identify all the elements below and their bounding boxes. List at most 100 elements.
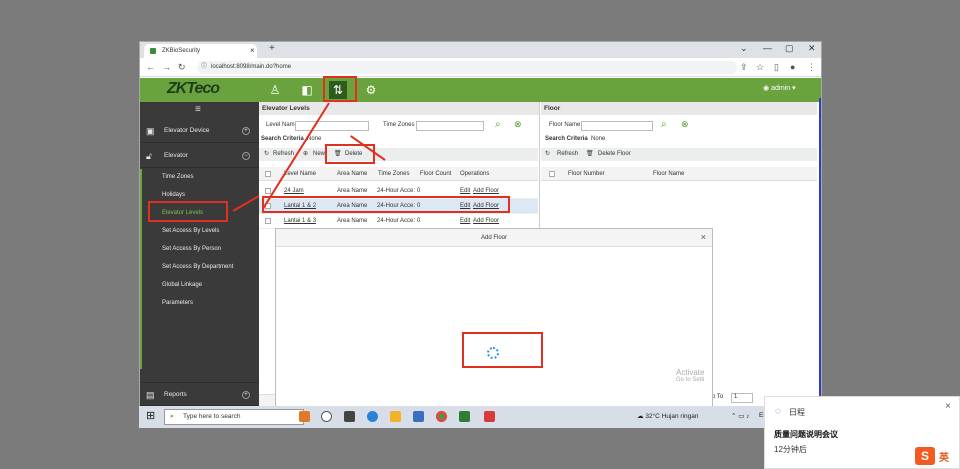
search-icon[interactable]: ⌕ (661, 119, 667, 130)
dialog-title: Add Floor (276, 229, 712, 247)
page-jump-input[interactable]: 1 (731, 393, 753, 403)
delete-icon[interactable]: 🗑︎ (586, 148, 594, 161)
tab-close-icon[interactable]: × (250, 44, 255, 58)
anydesk-icon[interactable] (484, 411, 495, 422)
new-tab-button[interactable]: + (269, 43, 275, 54)
clear-search-icon[interactable]: ⊗ (681, 119, 689, 130)
refresh-icon[interactable]: ↻ (264, 148, 269, 161)
dialog-close-icon[interactable]: × (701, 232, 706, 242)
table-row[interactable]: Lantai 1 & 3 Area Name 24-Hour Acce: 0 E… (259, 214, 538, 229)
sidebar-item-set-access-by-levels[interactable]: Set Access By Levels (162, 228, 219, 234)
annotation-row-highlight (262, 196, 510, 213)
sidebar-label: Elevator (164, 152, 188, 159)
widget-icon[interactable] (299, 411, 310, 422)
minimize-button[interactable]: — (763, 43, 772, 53)
back-icon[interactable]: ← (146, 62, 155, 72)
new-button[interactable]: New (313, 148, 325, 161)
info-icon[interactable]: ⓘ (201, 61, 207, 74)
clear-search-icon[interactable]: ⊗ (514, 119, 522, 130)
search-icon[interactable]: ⌕ (495, 119, 501, 130)
sidebar-toggle-icon[interactable]: ≡ (195, 104, 201, 115)
sogou-ime-icon[interactable]: S (915, 447, 935, 465)
tray-icons[interactable]: ⌃ ▭ ♪ (731, 412, 749, 420)
notification-close-icon[interactable]: × (945, 401, 951, 412)
access-module-icon[interactable]: ◧ (298, 81, 316, 99)
refresh-icon[interactable]: ↻ (545, 148, 550, 161)
search-criteria-label: Search Criteria (545, 136, 588, 142)
close-window-button[interactable]: ✕ (808, 43, 816, 54)
windows-taskbar: ⊞ ⌕ Type here to search ☁ 32°C Hujan rin… (139, 406, 822, 428)
share-icon[interactable]: ⇪ (740, 62, 748, 73)
col-header[interactable]: Floor Count (420, 167, 451, 181)
excel-icon[interactable] (459, 411, 470, 422)
watermark-line2: Go to Setti (676, 377, 705, 383)
calendar-notification[interactable]: ◌ 日程 × 质量问题说明会议 12分钟后 S 英 (764, 396, 960, 469)
col-header[interactable]: Time Zones (378, 167, 409, 181)
sidebar-elevator-device[interactable]: ▣ Elevator Device + (140, 119, 259, 143)
sidebar-reports[interactable]: ▤ Reports + (140, 382, 259, 406)
maximize-button[interactable]: ▢ (785, 43, 794, 54)
task-view-icon[interactable] (344, 411, 355, 422)
sidebar-item-time-zones[interactable]: Time Zones (162, 174, 193, 180)
menu-kebab-icon[interactable]: ⋮ (807, 62, 816, 73)
sidebar-item-holidays[interactable]: Holidays (162, 192, 185, 198)
annotation-elevator-module-highlight (323, 76, 357, 102)
sidebar-label: Reports (164, 391, 187, 398)
store-icon[interactable] (413, 411, 424, 422)
ime-mode-badge[interactable]: 英 (939, 449, 949, 464)
windows-start-icon[interactable]: ⊞ (146, 409, 155, 422)
file-explorer-icon[interactable] (390, 411, 401, 422)
sidebar-item-parameters[interactable]: Parameters (162, 300, 193, 306)
col-header[interactable]: Floor Number (568, 167, 605, 181)
user-avatar-icon: ◉ (763, 85, 770, 92)
col-header[interactable]: Area Name (337, 167, 367, 181)
col-header[interactable]: Floor Name (653, 167, 684, 181)
delete-floor-button[interactable]: Delete Floor (598, 148, 631, 161)
tab-search-icon[interactable]: ⌄ (740, 43, 748, 54)
url-field[interactable]: ⓘ localhost:8098/main.do?home (197, 61, 737, 74)
level-name-input[interactable] (295, 121, 369, 131)
chrome-icon[interactable] (436, 411, 447, 422)
edit-link[interactable]: Edit (460, 214, 470, 229)
new-icon[interactable]: ⊕ (303, 148, 308, 161)
notification-title: 质量问题说明会议 (774, 430, 838, 439)
device-icon: ▣ (146, 126, 155, 136)
app-top-bar: ZKTeco ♙ ◧ ⇅ ⚙ ◉ admin ▾ (140, 78, 821, 102)
select-all-checkbox[interactable] (265, 171, 271, 177)
taskbar-search[interactable]: ⌕ Type here to search (164, 409, 304, 425)
expand-plus-icon[interactable]: + (242, 391, 250, 399)
system-gear-icon[interactable]: ⚙ (362, 81, 380, 99)
sidebar-elevator[interactable]: 🔓︎ Elevator − (140, 144, 259, 168)
row-checkbox[interactable] (265, 218, 271, 224)
floor-name-input[interactable] (581, 121, 653, 131)
reload-icon[interactable]: ↻ (178, 62, 186, 73)
level-name-label: Level Name (266, 122, 299, 128)
cortana-icon[interactable] (321, 411, 332, 422)
forward-icon[interactable]: → (162, 62, 171, 72)
expand-plus-icon[interactable]: + (242, 127, 250, 135)
level-name-link[interactable]: Lantai 1 & 3 (284, 214, 316, 229)
time-zones-input[interactable] (416, 121, 484, 131)
select-all-checkbox[interactable] (549, 171, 555, 177)
user-name: admin (771, 85, 791, 92)
elevator-lock-icon: 🔓︎ (146, 151, 152, 161)
col-header[interactable]: Operations (460, 167, 489, 181)
user-menu[interactable]: ◉ admin ▾ (763, 84, 796, 92)
active-section-bar (140, 169, 142, 369)
sidebar-item-global-linkage[interactable]: Global Linkage (162, 282, 202, 288)
collapse-minus-icon[interactable]: − (242, 152, 250, 160)
edge-icon[interactable] (367, 411, 378, 422)
refresh-button[interactable]: Refresh (273, 148, 294, 161)
watermark-line1: Activate (676, 368, 705, 377)
refresh-button[interactable]: Refresh (557, 148, 578, 161)
window-edge-line (819, 98, 821, 403)
sidebar-item-set-access-by-department[interactable]: Set Access By Department (162, 264, 233, 270)
personnel-module-icon[interactable]: ♙ (266, 81, 284, 99)
bookmark-star-icon[interactable]: ☆ (756, 62, 764, 73)
sidebar-item-set-access-by-person[interactable]: Set Access By Person (162, 246, 221, 252)
weather-widget[interactable]: ☁ 32°C Hujan ringan (637, 412, 699, 420)
add-floor-link[interactable]: Add Floor (473, 214, 499, 229)
browser-tab[interactable]: ZKBioSecurity × (144, 44, 257, 58)
sidepanel-icon[interactable]: ▯ (774, 62, 779, 73)
profile-icon[interactable]: ● (790, 62, 795, 72)
